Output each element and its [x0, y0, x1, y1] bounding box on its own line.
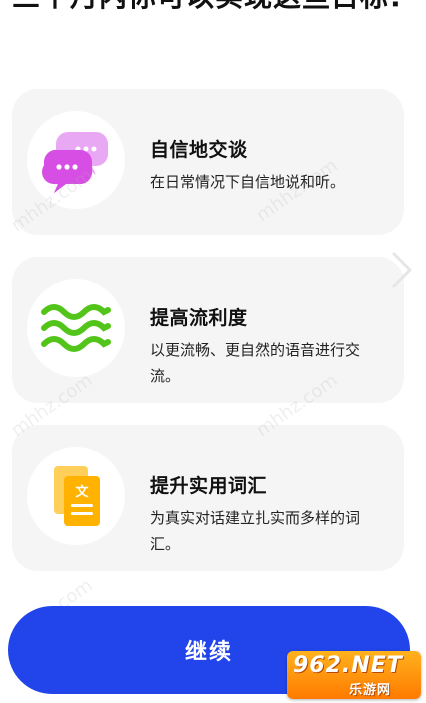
logo-text-bottom: 乐游网: [349, 683, 392, 698]
goal-title: 提高流利度: [150, 307, 248, 329]
page-headline: 三个月内你可以实现这些目标!: [12, 0, 412, 20]
icon-circle: [27, 111, 125, 209]
goal-card-vocabulary: 文 提升实用词汇 为真实对话建立扎实而多样的词汇。: [12, 425, 404, 571]
goal-title: 自信地交谈: [150, 139, 248, 161]
goal-description: 以更流畅、更自然的语音进行交流。: [150, 341, 361, 385]
chat-bubbles-icon: [42, 132, 108, 193]
goal-title: 提升实用词汇: [150, 475, 268, 497]
logo-text-top: 962.NET: [293, 653, 403, 678]
goal-description: 为真实对话建立扎实而多样的词汇。: [150, 509, 361, 553]
waves-icon: [41, 304, 111, 352]
goal-card-speak-confidently: 自信地交谈 在日常情况下自信地说和听。: [12, 89, 404, 235]
document-text-icon: 文: [54, 466, 100, 526]
icon-circle: 文: [27, 447, 125, 545]
goal-description: 在日常情况下自信地说和听。: [150, 173, 346, 191]
svg-text:文: 文: [75, 484, 89, 500]
site-logo: 962.NET 乐游网: [287, 651, 421, 699]
goal-card-fluency: 提高流利度 以更流畅、更自然的语音进行交流。: [12, 257, 404, 403]
icon-circle: [27, 279, 125, 377]
chevron-right-icon[interactable]: [386, 250, 416, 290]
